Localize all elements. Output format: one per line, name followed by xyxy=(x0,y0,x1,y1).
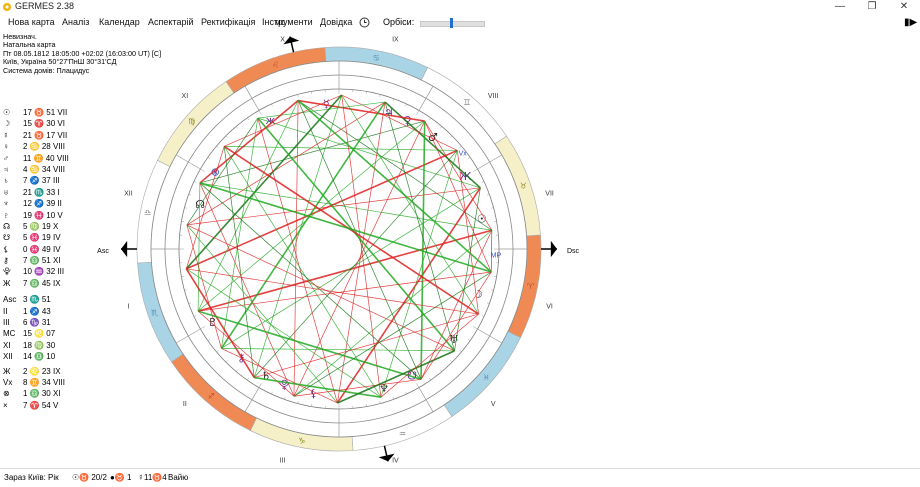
zodiac-sign-glyph: ♍ xyxy=(188,117,195,126)
zodiac-sign-glyph: ♒ xyxy=(399,429,406,438)
angle-label-mc: MC xyxy=(275,20,286,27)
zodiac-sign-glyph: ♉ xyxy=(520,182,527,191)
house-number-label: XII xyxy=(124,191,133,198)
point-label: Vx xyxy=(459,150,468,157)
house-number-label: II xyxy=(183,401,187,408)
house-number-label: III xyxy=(280,458,286,465)
planet-glyph: ☽ xyxy=(473,288,483,301)
asc-arrow xyxy=(121,241,127,257)
planet-glyph: ⯓ xyxy=(279,378,290,391)
house-number-label: XI xyxy=(182,93,189,100)
house-number-label: VII xyxy=(545,191,554,198)
status-mercury: ☿11♉4 xyxy=(138,473,167,482)
zodiac-sign-glyph: ♐ xyxy=(207,392,214,401)
house-number-label: I xyxy=(127,303,129,310)
house-number-label: X xyxy=(280,36,285,43)
house-number-label: IV xyxy=(392,458,399,465)
zodiac-sign-glyph: ♈ xyxy=(527,282,534,291)
house-number-label: VIII xyxy=(488,93,499,100)
status-sun: ☉♉ 20/2 xyxy=(72,473,107,482)
house-number-label: IX xyxy=(392,36,399,43)
house-number-label: V xyxy=(491,401,496,408)
dsc-arrow xyxy=(551,241,557,257)
zodiac-sign-glyph: ♎ xyxy=(144,208,151,217)
zodiac-sign-glyph: ♌ xyxy=(272,61,279,70)
status-month: Вайю xyxy=(168,473,188,482)
status-now: Зараз Київ: xyxy=(4,473,46,482)
zodiac-sign-glyph: ♊ xyxy=(463,98,470,107)
natal-wheel[interactable]: ♏♐♑♒♓♈♉♊♋♌♍♎IXVIIIVIIVIVIVIIIIIIXIIXIXAs… xyxy=(0,0,920,486)
status-bar: Зараз Київ: Рік ☉♉ 20/2 ●♉ 1 ☿11♉4 Вайю xyxy=(0,468,920,487)
house-number-label: VI xyxy=(546,303,553,310)
point-label: MP xyxy=(491,252,502,259)
zodiac-sign-glyph: ♏ xyxy=(151,308,159,317)
angle-label-asc: Asc xyxy=(97,248,109,255)
zodiac-sign-glyph: ♓ xyxy=(483,373,490,382)
angle-label-dsc: Dsc xyxy=(567,248,580,255)
status-year: Рік xyxy=(48,473,59,482)
status-moon: ●♉ 1 xyxy=(110,473,131,482)
zodiac-sign-glyph: ♋ xyxy=(373,54,380,63)
zodiac-sign-glyph: ♑ xyxy=(298,436,305,445)
